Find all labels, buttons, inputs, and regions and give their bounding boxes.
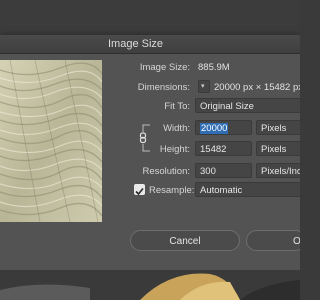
- checkmark-icon: [135, 187, 144, 196]
- height-input[interactable]: 15482: [195, 141, 252, 156]
- resample-label: Resample:: [149, 185, 195, 196]
- width-value: 20000: [200, 123, 229, 134]
- dialog-titlebar[interactable]: Image Size: [0, 35, 300, 54]
- ok-button-label: OK: [293, 236, 300, 247]
- screen: Image Size Image Size: 885.9M Dimensions…: [0, 0, 300, 300]
- height-unit-value: Pixels: [261, 144, 287, 155]
- fit-to-label: Fit To:: [164, 101, 190, 112]
- width-input[interactable]: 20000: [195, 120, 252, 135]
- ok-button[interactable]: OK: [246, 230, 300, 251]
- dimensions-label: Dimensions:: [137, 82, 190, 93]
- dialog-title: Image Size: [108, 38, 164, 50]
- width-unit-value: Pixels: [261, 123, 287, 134]
- resolution-label: Resolution:: [142, 166, 190, 177]
- image-size-label: Image Size:: [139, 62, 190, 73]
- resolution-value: 300: [200, 166, 216, 177]
- image-size-dialog: Image Size Image Size: 885.9M Dimensions…: [0, 35, 300, 270]
- width-unit-select[interactable]: Pixels: [256, 120, 300, 135]
- resample-method-value: Automatic: [200, 185, 243, 196]
- preview-texture: [0, 60, 102, 222]
- image-preview[interactable]: [0, 60, 102, 222]
- fit-to-select[interactable]: Original Size: [195, 98, 300, 113]
- height-label: Height:: [159, 144, 190, 155]
- resolution-unit-value: Pixels/Inch: [261, 166, 300, 177]
- fit-to-value: Original Size: [200, 101, 254, 112]
- resolution-input[interactable]: 300: [195, 163, 252, 178]
- image-size-value: 885.9M: [198, 62, 230, 73]
- dimensions-menu-button[interactable]: ▾: [198, 80, 210, 93]
- height-value: 15482: [200, 144, 227, 155]
- dimensions-value: 20000 px × 15482 px: [214, 82, 300, 93]
- width-label: Width:: [163, 123, 190, 134]
- height-unit-select[interactable]: Pixels: [256, 141, 300, 156]
- resample-checkbox[interactable]: [134, 184, 145, 196]
- resolution-unit-select[interactable]: Pixels/Inch: [256, 163, 300, 178]
- cancel-button[interactable]: Cancel: [130, 230, 240, 251]
- resample-method-select[interactable]: Automatic: [195, 182, 300, 197]
- background-image-area: [0, 270, 300, 300]
- background-photo: [0, 270, 300, 300]
- chevron-down-icon: ▾: [201, 83, 205, 90]
